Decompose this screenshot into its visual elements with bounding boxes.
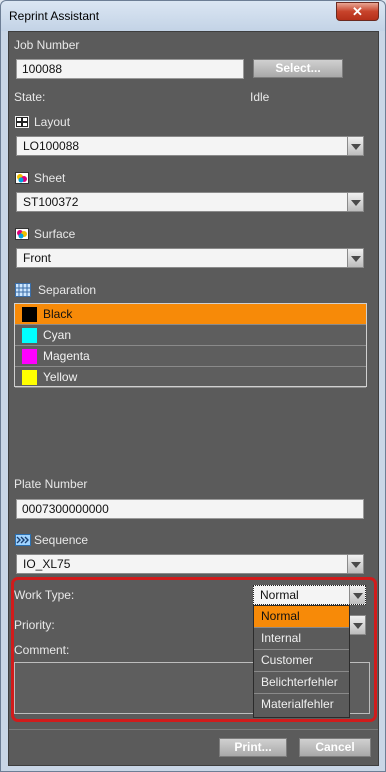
close-button[interactable]: ✕ — [336, 2, 379, 21]
title-bar[interactable]: Reprint Assistant ✕ — [1, 1, 385, 31]
layout-label: Layout — [34, 115, 71, 129]
plate-number-field[interactable]: 0007300000000 — [16, 499, 364, 519]
state-label: State: — [14, 90, 46, 104]
sequence-icon — [15, 534, 31, 546]
list-item-label: Magenta — [43, 349, 90, 363]
surface-label: Surface — [34, 227, 76, 241]
list-item-label: Cyan — [43, 328, 72, 342]
plate-number-label: Plate Number — [14, 477, 88, 491]
list-item-label: Yellow — [43, 370, 78, 384]
print-button[interactable]: Print... — [219, 738, 287, 757]
separation-list[interactable]: Black Cyan Magenta Yellow — [14, 303, 367, 388]
sequence-combo[interactable]: IO_XL75 — [16, 554, 364, 574]
separation-icon — [15, 283, 31, 297]
sequence-label: Sequence — [34, 533, 89, 547]
layout-icon — [15, 116, 29, 128]
cancel-button[interactable]: Cancel — [299, 738, 371, 757]
separation-label: Separation — [38, 283, 97, 297]
sheet-icon — [15, 172, 29, 184]
separation-item-magenta[interactable]: Magenta — [15, 346, 366, 367]
list-item-label: Black — [43, 307, 73, 321]
dialog-body: Job Number 100088 Select... State: Idle … — [8, 31, 379, 766]
chevron-down-icon[interactable] — [347, 555, 363, 573]
sheet-label: Sheet — [34, 171, 66, 185]
divider — [9, 729, 378, 730]
layout-combo[interactable]: LO100088 — [16, 136, 364, 156]
chevron-down-icon[interactable] — [347, 193, 363, 211]
job-number-label: Job Number — [14, 38, 80, 52]
sequence-value: IO_XL75 — [23, 557, 71, 571]
separation-item-yellow[interactable]: Yellow — [15, 367, 366, 388]
sheet-combo[interactable]: ST100372 — [16, 192, 364, 212]
separation-item-cyan[interactable]: Cyan — [15, 325, 366, 346]
surface-value: Front — [23, 251, 52, 265]
layout-value: LO100088 — [23, 139, 80, 153]
chevron-down-icon[interactable] — [347, 137, 363, 155]
highlight-annotation — [11, 577, 377, 722]
window-title: Reprint Assistant — [9, 9, 100, 23]
color-swatch — [22, 328, 37, 343]
sheet-value: ST100372 — [23, 195, 79, 209]
select-button[interactable]: Select... — [253, 59, 343, 78]
surface-icon — [15, 228, 29, 240]
color-swatch — [22, 307, 37, 322]
surface-combo[interactable]: Front — [16, 248, 364, 268]
separation-item-black[interactable]: Black — [15, 304, 366, 325]
color-swatch — [22, 370, 37, 385]
reprint-assistant-window: Reprint Assistant ✕ Job Number 100088 Se… — [0, 0, 386, 772]
chevron-down-icon[interactable] — [347, 249, 363, 267]
state-value: Idle — [250, 90, 270, 104]
job-number-field[interactable]: 100088 — [16, 59, 244, 79]
color-swatch — [22, 349, 37, 364]
